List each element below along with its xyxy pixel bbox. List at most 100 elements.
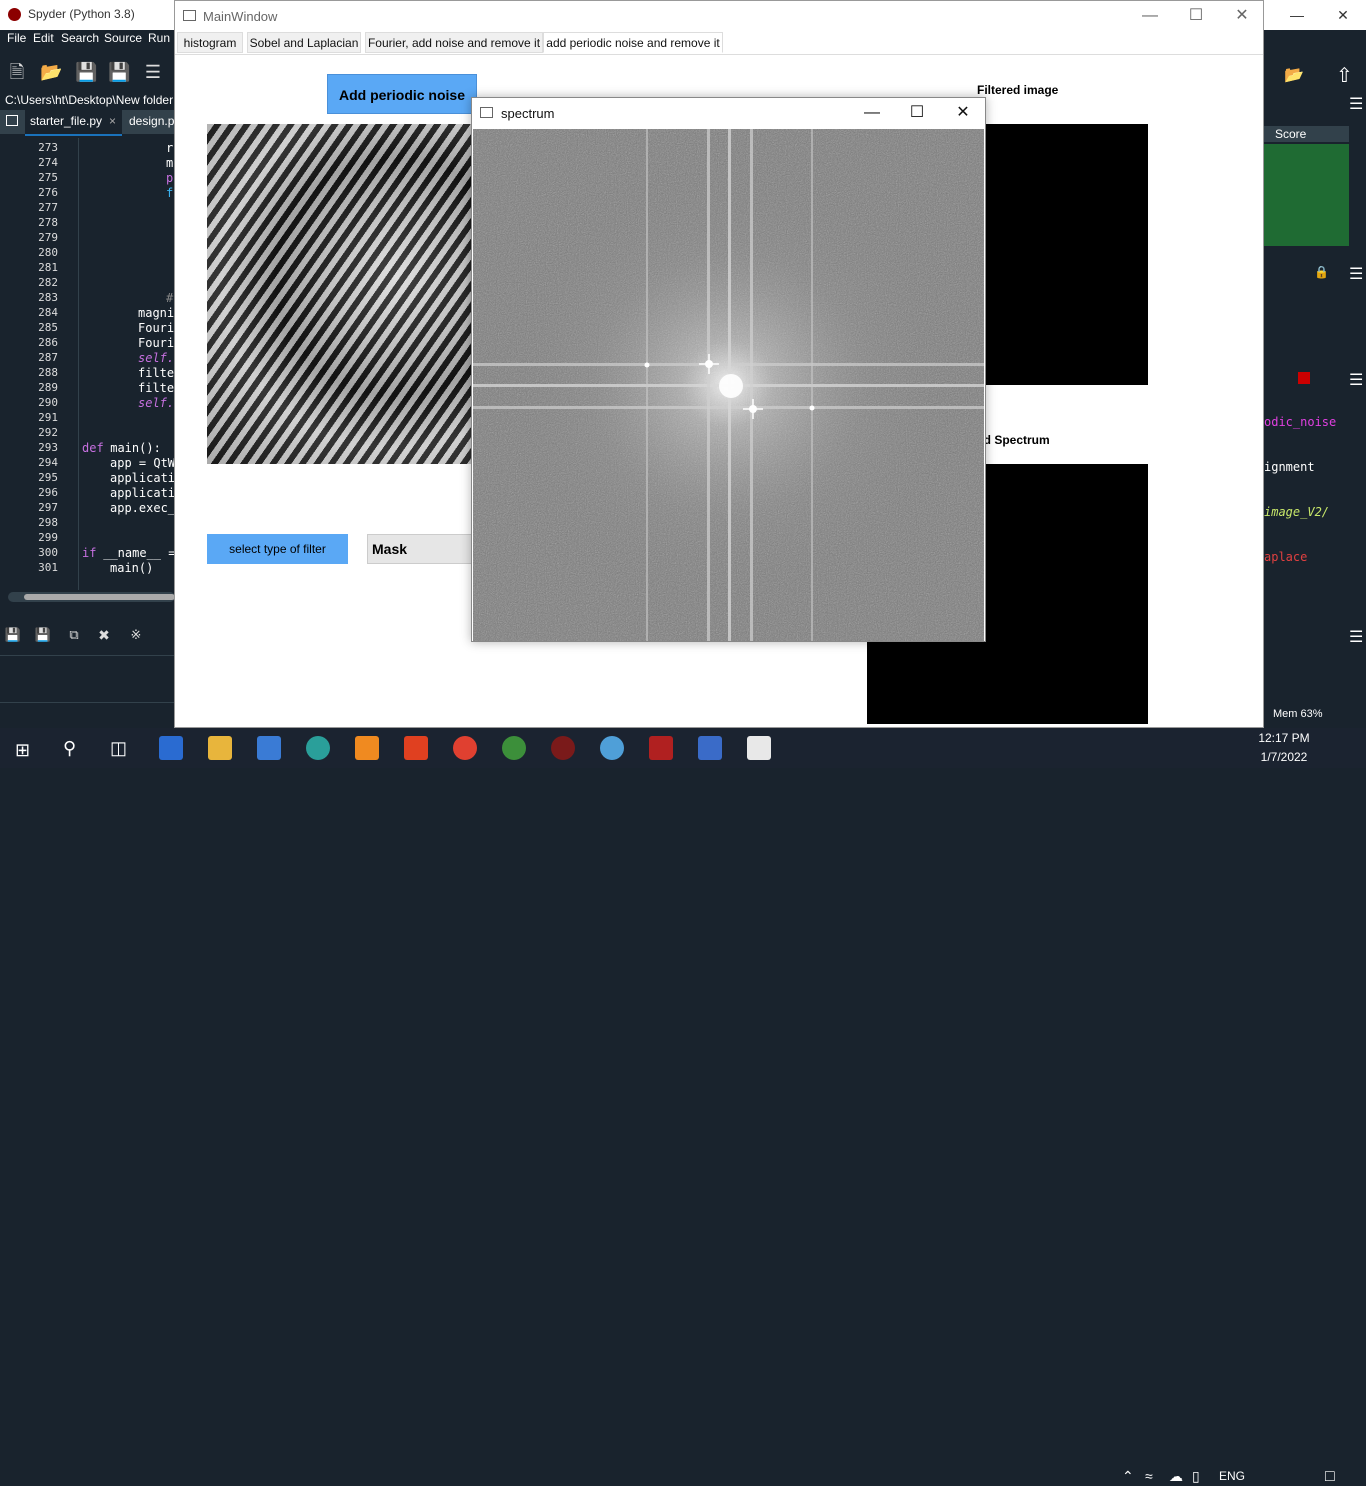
close-icon[interactable]: ✖: [93, 624, 115, 646]
tab-histogram[interactable]: histogram: [177, 32, 243, 53]
onedrive-icon[interactable]: ☁: [1169, 1468, 1183, 1485]
window-icon: [183, 10, 196, 21]
tray-chevron-icon[interactable]: ⌃: [1122, 1468, 1134, 1485]
code-line: applicati: [110, 486, 176, 500]
tab-close-icon[interactable]: ×: [109, 114, 116, 128]
working-directory-path: C:\Users\ht\Desktop\New folder (2: [5, 93, 188, 107]
line-number: 273: [38, 141, 58, 154]
line-number: 278: [38, 216, 58, 229]
store-icon[interactable]: [159, 736, 183, 760]
save-icon[interactable]: 💾: [2, 624, 24, 646]
line-number: 274: [38, 156, 58, 169]
edge-icon[interactable]: [306, 736, 330, 760]
app-icon[interactable]: [649, 736, 673, 760]
code-line: applicati: [110, 471, 176, 485]
filter-type-dropdown[interactable]: Mask: [367, 534, 487, 564]
fourier-spectrum-image: [473, 129, 984, 641]
filtered-image-label: Filtered image: [977, 83, 1059, 97]
spyder-minimize-button[interactable]: —: [1274, 0, 1320, 30]
clock-time[interactable]: 12:17 PM: [1255, 731, 1313, 745]
chrome-icon[interactable]: [453, 736, 477, 760]
spyder-toolbar: 🗎 📂 💾 💾 ☰: [0, 53, 175, 91]
spectrum-window-title: spectrum: [501, 106, 555, 121]
menu-edit[interactable]: Edit: [33, 31, 54, 45]
code-line: self.: [138, 351, 175, 365]
options-menu-icon[interactable]: ☰: [1349, 94, 1363, 114]
line-number: 290: [38, 396, 58, 409]
new-file-icon[interactable]: 🗎: [6, 61, 28, 83]
line-number: 297: [38, 501, 58, 514]
line-number: 299: [38, 531, 58, 544]
save-all-icon[interactable]: 💾: [32, 624, 54, 646]
maximize-button[interactable]: ☐: [1173, 1, 1219, 31]
minimize-button[interactable]: —: [1127, 1, 1173, 31]
main-window-titlebar[interactable]: MainWindow — ☐ ✕: [175, 1, 1263, 31]
up-arrow-icon[interactable]: ⇧: [1336, 63, 1353, 88]
spectrum-titlebar[interactable]: spectrum — ☐ ✕: [472, 98, 985, 128]
paint-icon[interactable]: [600, 736, 624, 760]
code-line: app = QtW: [110, 456, 176, 470]
browse-tabs-icon[interactable]: [6, 115, 18, 126]
battery-icon[interactable]: ▯: [1192, 1468, 1200, 1485]
line-number: 281: [38, 261, 58, 274]
tab-sobel-laplacian[interactable]: Sobel and Laplacian: [247, 32, 361, 53]
spyder-menubar: File Edit Search Source Run: [0, 30, 175, 50]
spyder-close-button[interactable]: ✕: [1320, 0, 1366, 30]
file-explorer-icon[interactable]: [208, 736, 232, 760]
open-folder-icon[interactable]: 📂: [40, 61, 62, 83]
spyder-right-panel: 📂 ⇧ ☰ Score 🔒 ☰ ☰ odic_noise ignment ima…: [1264, 30, 1366, 728]
wifi-icon[interactable]: ≈: [1145, 1468, 1153, 1484]
editor-horizontal-scrollbar[interactable]: [8, 592, 175, 602]
menu-file[interactable]: File: [7, 31, 26, 45]
notification-icon[interactable]: □: [1325, 1468, 1335, 1486]
options-menu-icon[interactable]: ☰: [1349, 264, 1363, 284]
line-number: 286: [38, 336, 58, 349]
tab-fourier-noise[interactable]: Fourier, add noise and remove it: [365, 32, 543, 53]
code-keyword: def: [82, 441, 104, 455]
noisy-input-image: [207, 124, 477, 464]
tab-design[interactable]: design.py: [129, 114, 180, 128]
console-pane[interactable]: [0, 655, 175, 703]
spyder-title: Spyder (Python 3.8): [28, 7, 135, 21]
maximize-button[interactable]: ☐: [894, 98, 940, 128]
mail-icon[interactable]: [257, 736, 281, 760]
python-window-icon[interactable]: [747, 736, 771, 760]
office-icon[interactable]: [404, 736, 428, 760]
score-column-header[interactable]: Score: [1264, 126, 1349, 142]
search-icon[interactable]: ⚲: [63, 738, 76, 759]
code-editor[interactable]: 273 274 275 276 277 278 279 280 281 282 …: [4, 138, 175, 590]
close-button[interactable]: ✕: [940, 98, 986, 128]
score-cells: [1264, 144, 1349, 246]
menu-run[interactable]: Run: [148, 31, 170, 45]
copy-icon[interactable]: ⧉: [63, 624, 85, 646]
save-icon[interactable]: 💾: [75, 61, 97, 83]
windows-start-icon[interactable]: ⊞: [15, 740, 30, 761]
line-number: 284: [38, 306, 58, 319]
lock-icon[interactable]: 🔒: [1314, 265, 1329, 279]
stop-icon[interactable]: [1298, 372, 1310, 384]
tab-starter-file[interactable]: starter_file.py ×: [25, 110, 122, 136]
outline-list-icon[interactable]: ☰: [142, 61, 164, 83]
options-menu-icon[interactable]: ☰: [1349, 627, 1363, 647]
close-all-icon[interactable]: ※: [125, 624, 147, 646]
select-filter-button[interactable]: select type of filter: [207, 534, 348, 564]
spectrum-graphic: [473, 129, 984, 641]
minimize-button[interactable]: —: [849, 98, 895, 128]
spyder-taskbar-icon[interactable]: [551, 736, 575, 760]
task-view-icon[interactable]: ◫: [110, 738, 127, 759]
menu-search[interactable]: Search: [61, 31, 99, 45]
add-periodic-noise-button[interactable]: Add periodic noise: [327, 74, 477, 114]
qt-designer-icon[interactable]: [698, 736, 722, 760]
language-indicator[interactable]: ENG: [1219, 1469, 1245, 1483]
open-folder-icon[interactable]: 📂: [1284, 65, 1304, 85]
save-all-icon[interactable]: 💾: [108, 61, 130, 83]
editor-file-tabs: starter_file.py × design.py: [0, 110, 180, 136]
menu-source[interactable]: Source: [104, 31, 142, 45]
anaconda-icon[interactable]: [502, 736, 526, 760]
scrollbar-thumb[interactable]: [24, 594, 175, 600]
close-button[interactable]: ✕: [1219, 1, 1265, 31]
options-menu-icon[interactable]: ☰: [1349, 370, 1363, 390]
tab-periodic-noise[interactable]: add periodic noise and remove it: [543, 32, 723, 53]
clock-date[interactable]: 1/7/2022: [1255, 750, 1313, 764]
sublime-icon[interactable]: [355, 736, 379, 760]
